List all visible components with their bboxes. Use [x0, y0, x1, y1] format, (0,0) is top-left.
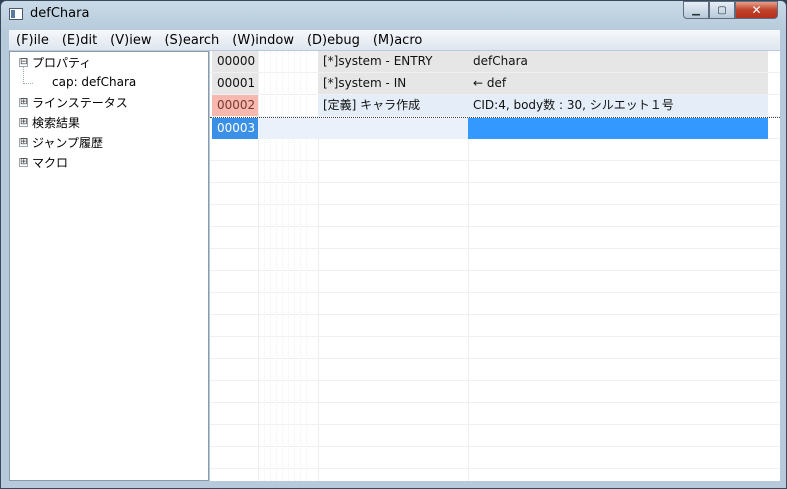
command-cell	[318, 118, 468, 139]
tree-item-label: ラインステータス	[32, 95, 128, 110]
argument-cell: ← def	[468, 73, 768, 94]
tree-item-search-results[interactable]: ⊞ 検索結果	[19, 112, 80, 132]
line-number: 00002	[212, 95, 258, 116]
tree-item-label: ジャンプ履歴	[32, 135, 104, 150]
app-window: defChara ▁ ▢ ✕ (F)ile (E)dit (V)iew (S)e…	[0, 0, 787, 489]
close-icon: ✕	[751, 3, 762, 17]
window-title: defChara	[30, 6, 90, 21]
argument-cell	[468, 118, 768, 139]
expand-icon[interactable]: ⊞	[19, 157, 28, 167]
tree-item-cap[interactable]: cap: defChara	[52, 72, 136, 92]
tree-item-label: プロパティ	[32, 55, 92, 70]
script-grid[interactable]: 00000 [*]system - ENTRY defChara 00001 […	[210, 51, 780, 481]
menu-search[interactable]: (S)earch	[157, 33, 225, 48]
menu-window[interactable]: (W)indow	[225, 33, 300, 48]
collapse-icon[interactable]: ⊟	[19, 57, 28, 67]
menu-file[interactable]: (F)ile	[9, 33, 55, 48]
line-number: 00001	[212, 73, 258, 94]
menu-edit[interactable]: (E)dit	[55, 33, 103, 48]
expand-icon[interactable]: ⊞	[19, 137, 28, 147]
expand-icon[interactable]: ⊞	[19, 117, 28, 127]
tree-panel[interactable]: ⊟ プロパティ cap: defChara ⊞ ラインステータス ⊞ 検索結果 …	[9, 51, 209, 481]
command-cell: [*]system - ENTRY	[318, 51, 468, 72]
command-cell: [定義] キャラ作成	[318, 95, 468, 116]
caption-buttons: ▁ ▢ ✕	[683, 1, 778, 20]
tree-item-label: マクロ	[32, 155, 69, 170]
menu-debug[interactable]: (D)ebug	[300, 33, 366, 48]
maximize-button[interactable]: ▢	[709, 1, 735, 19]
line-number: 00003	[212, 118, 258, 139]
tree-item-property[interactable]: ⊟ プロパティ	[19, 52, 91, 72]
app-icon	[9, 8, 23, 20]
tree-item-jump-history[interactable]: ⊞ ジャンプ履歴	[19, 132, 103, 152]
tree-item-line-status[interactable]: ⊞ ラインステータス	[19, 92, 128, 112]
command-cell: [*]system - IN	[318, 73, 468, 94]
menu-bar: (F)ile (E)dit (V)iew (S)earch (W)indow (…	[9, 30, 780, 50]
minimize-button[interactable]: ▁	[683, 1, 709, 19]
title-bar[interactable]: defChara ▁ ▢ ✕	[1, 1, 786, 29]
argument-cell: defChara	[468, 51, 768, 72]
tree-item-label: 検索結果	[32, 115, 81, 130]
menu-macro[interactable]: (M)acro	[366, 33, 429, 48]
close-button[interactable]: ✕	[735, 1, 778, 19]
table-row[interactable]: 00001 [*]system - IN ← def	[210, 73, 780, 95]
selected-table-row[interactable]: 00003	[210, 117, 780, 139]
tree-item-label: cap: defChara	[52, 75, 137, 89]
minimize-icon: ▁	[692, 4, 700, 16]
line-number: 00000	[212, 51, 258, 72]
menu-view[interactable]: (V)iew	[103, 33, 157, 48]
expand-icon[interactable]: ⊞	[19, 97, 28, 107]
maximize-icon: ▢	[717, 4, 727, 16]
table-row[interactable]: 00002 [定義] キャラ作成 CID:4, body数 : 30, シルエッ…	[210, 95, 780, 117]
table-row[interactable]: 00000 [*]system - ENTRY defChara	[210, 51, 780, 73]
argument-cell: CID:4, body数 : 30, シルエット１号	[468, 95, 768, 116]
tree-item-macro[interactable]: ⊞ マクロ	[19, 152, 68, 172]
